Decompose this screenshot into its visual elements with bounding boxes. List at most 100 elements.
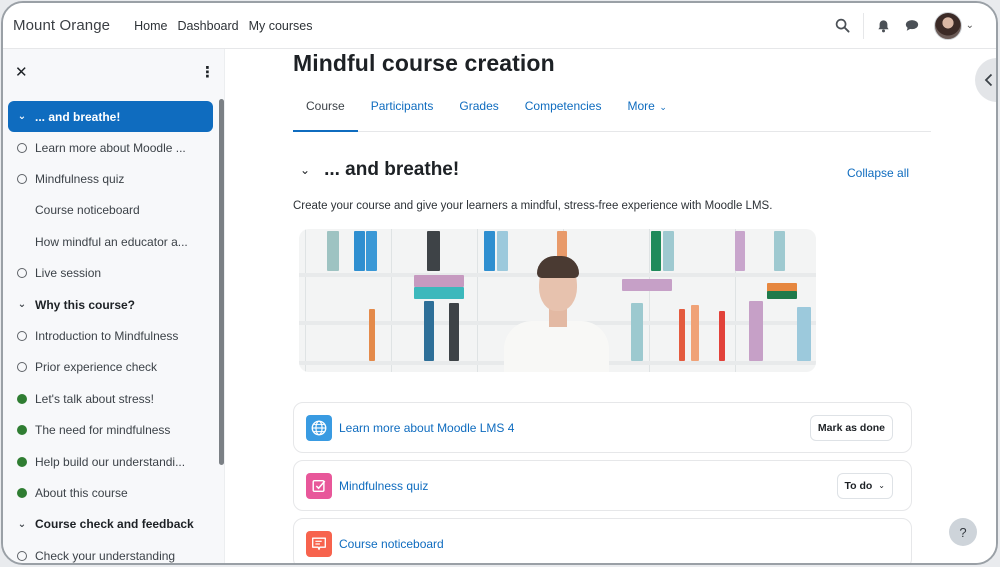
completed-dot-icon bbox=[17, 487, 27, 498]
nav-home[interactable]: Home bbox=[134, 19, 167, 33]
person-body bbox=[504, 321, 609, 372]
todo-dropdown-button[interactable]: To do ⌄ bbox=[836, 472, 893, 499]
no-completion-spacer bbox=[17, 205, 27, 215]
incomplete-circle-icon bbox=[17, 268, 27, 279]
course-index-section[interactable]: ⌄ Why this course? bbox=[8, 289, 213, 320]
book bbox=[449, 303, 459, 361]
incomplete-circle-icon bbox=[17, 362, 27, 373]
book bbox=[497, 231, 508, 271]
top-navbar: Mount Orange Home Dashboard My courses ⌄ bbox=[3, 3, 996, 49]
book bbox=[427, 231, 440, 271]
chevron-down-icon: ⌄ bbox=[656, 102, 667, 112]
quiz-icon bbox=[306, 472, 332, 499]
book bbox=[366, 231, 377, 271]
user-menu-chevron-icon[interactable]: ⌄ bbox=[966, 20, 974, 31]
incomplete-circle-icon bbox=[17, 142, 27, 153]
item-label: Introduction to Mindfulness bbox=[35, 329, 179, 344]
item-label: Learn more about Moodle ... bbox=[35, 140, 186, 155]
nav-my-courses[interactable]: My courses bbox=[249, 19, 313, 33]
kebab-menu-icon[interactable]: ⋮ bbox=[200, 63, 215, 81]
todo-label: To do bbox=[844, 479, 873, 492]
section-label: Why this course? bbox=[35, 297, 136, 312]
course-index-item[interactable]: Course noticeboard bbox=[8, 195, 213, 226]
tab-grades[interactable]: Grades bbox=[446, 93, 511, 132]
section-banner-image bbox=[299, 229, 816, 372]
book bbox=[369, 309, 375, 361]
tab-competencies[interactable]: Competencies bbox=[512, 93, 615, 132]
chevron-down-icon[interactable]: ⌄ bbox=[17, 111, 27, 122]
activity-link[interactable]: Mindfulness quiz bbox=[339, 479, 428, 493]
tab-course[interactable]: Course bbox=[293, 93, 358, 132]
chevron-down-icon[interactable]: ⌄ bbox=[17, 299, 27, 310]
book bbox=[327, 231, 339, 271]
course-index-item[interactable]: Check your understanding bbox=[8, 540, 213, 563]
browser-frame: Mount Orange Home Dashboard My courses ⌄… bbox=[1, 1, 998, 565]
book bbox=[797, 307, 811, 361]
book bbox=[424, 301, 434, 361]
tab-more[interactable]: More ⌄ bbox=[614, 93, 679, 132]
item-label: Course noticeboard bbox=[35, 203, 140, 218]
incomplete-circle-icon bbox=[17, 550, 27, 561]
course-index-item[interactable]: How mindful an educator a... bbox=[8, 226, 213, 257]
book bbox=[354, 231, 365, 271]
section-header: ⌄ ... and breathe! bbox=[300, 159, 459, 181]
user-avatar[interactable] bbox=[933, 11, 962, 40]
course-index-section[interactable]: ⌄ Course check and feedback bbox=[8, 509, 213, 540]
incomplete-circle-icon bbox=[17, 331, 27, 342]
item-label: About this course bbox=[35, 485, 128, 500]
drawer-scrollbar[interactable] bbox=[219, 99, 224, 465]
book bbox=[679, 309, 685, 361]
forum-icon bbox=[306, 530, 332, 557]
close-icon[interactable]: ✕ bbox=[15, 63, 28, 81]
section-label: Course check and feedback bbox=[35, 517, 194, 532]
globe-icon bbox=[306, 414, 332, 441]
course-index-item[interactable]: Let's talk about stress! bbox=[8, 383, 213, 414]
item-label: Check your understanding bbox=[35, 548, 176, 563]
book bbox=[631, 303, 643, 361]
item-label: Help build our understandi... bbox=[35, 454, 186, 469]
chat-icon[interactable] bbox=[898, 12, 926, 40]
course-index-item[interactable]: Mindfulness quiz bbox=[8, 163, 213, 194]
course-index-item[interactable]: Prior experience check bbox=[8, 352, 213, 383]
mark-as-done-button[interactable]: Mark as done bbox=[809, 414, 893, 441]
chevron-down-icon: ⌄ bbox=[878, 481, 885, 490]
course-index-item[interactable]: About this course bbox=[8, 477, 213, 508]
book bbox=[774, 231, 785, 271]
nav-dashboard[interactable]: Dashboard bbox=[177, 19, 238, 33]
item-label: Let's talk about stress! bbox=[35, 391, 155, 406]
activity-card: Learn more about Moodle LMS 4 Mark as do… bbox=[293, 402, 912, 453]
section-summary: Create your course and give your learner… bbox=[293, 200, 773, 212]
navbar-actions: ⌄ bbox=[829, 11, 974, 40]
section-chevron-down-icon[interactable]: ⌄ bbox=[300, 163, 310, 177]
completed-dot-icon bbox=[17, 456, 27, 467]
search-icon[interactable] bbox=[829, 12, 857, 40]
book bbox=[484, 231, 495, 271]
course-index-item[interactable]: Learn more about Moodle ... bbox=[8, 132, 213, 163]
chevron-left-icon bbox=[984, 73, 993, 87]
site-brand[interactable]: Mount Orange bbox=[13, 17, 110, 34]
activity-link[interactable]: Course noticeboard bbox=[339, 537, 444, 551]
activity-link[interactable]: Learn more about Moodle LMS 4 bbox=[339, 421, 514, 435]
tab-more-label: More bbox=[627, 99, 655, 113]
help-button[interactable]: ? bbox=[949, 518, 977, 546]
course-index-item[interactable]: The need for mindfulness bbox=[8, 415, 213, 446]
book bbox=[767, 291, 797, 299]
main-content: Mindful course creation Course Participa… bbox=[225, 49, 996, 563]
course-index-section[interactable]: ⌄ ... and breathe! bbox=[8, 101, 213, 132]
book bbox=[651, 231, 661, 271]
completed-dot-icon bbox=[17, 425, 27, 436]
chevron-down-icon[interactable]: ⌄ bbox=[17, 519, 27, 530]
course-index-item[interactable]: Help build our understandi... bbox=[8, 446, 213, 477]
section-title: ... and breathe! bbox=[324, 159, 460, 180]
activity-card: Mindfulness quiz To do ⌄ bbox=[293, 460, 912, 511]
item-label: Live session bbox=[35, 266, 102, 281]
collapse-all-link[interactable]: Collapse all bbox=[847, 166, 909, 180]
item-label: How mindful an educator a... bbox=[35, 234, 188, 249]
bell-icon[interactable] bbox=[870, 12, 898, 40]
tab-participants[interactable]: Participants bbox=[358, 93, 447, 132]
item-label: Prior experience check bbox=[35, 360, 158, 375]
item-label: The need for mindfulness bbox=[35, 423, 171, 438]
course-index-item[interactable]: Live session bbox=[8, 258, 213, 289]
book bbox=[663, 231, 674, 271]
course-index-item[interactable]: Introduction to Mindfulness bbox=[8, 320, 213, 351]
